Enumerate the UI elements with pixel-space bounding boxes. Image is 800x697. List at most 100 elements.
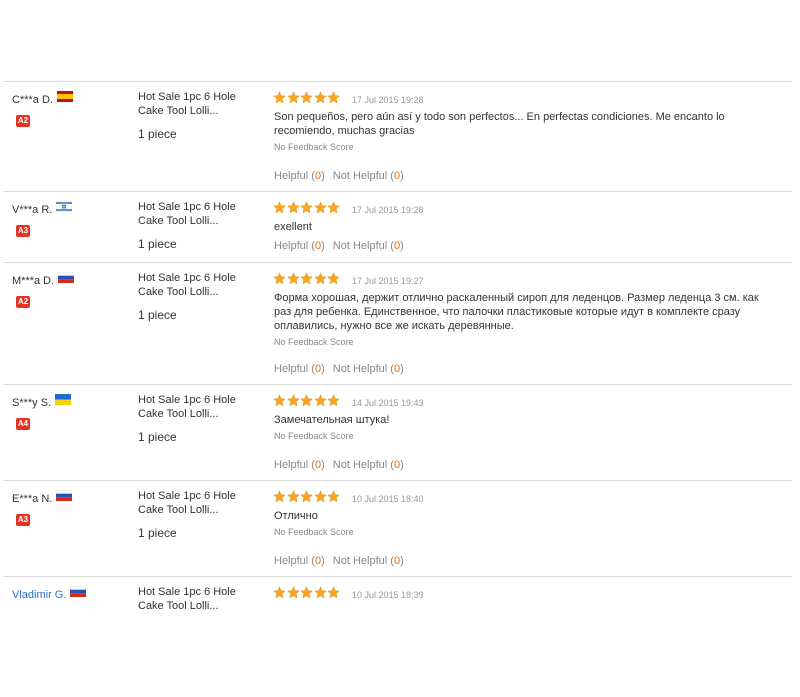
helpful-count: 0 xyxy=(314,363,322,375)
helpful-votes: Helpful (0) Not Helpful (0) xyxy=(274,170,404,182)
star-icon xyxy=(313,201,327,214)
helpful-votes: Helpful (0) Not Helpful (0) xyxy=(274,240,404,252)
product-link[interactable]: Hot Sale 1pc 6 Hole Cake Tool Lolli... xyxy=(138,393,263,421)
review-item: E***a C.A3Hot Sale 1pc 6 Hole Cake Tool … xyxy=(0,0,792,10)
review-divider xyxy=(4,576,792,577)
country-flag-icon xyxy=(56,90,73,102)
star-rating xyxy=(273,394,341,408)
not-helpful-count: 0 xyxy=(393,555,401,567)
buyer-info: S***y S. xyxy=(12,393,72,409)
review-date: 17 Jul 2015 19:28 xyxy=(352,95,424,105)
helpful-button[interactable]: Helpful (0) xyxy=(274,459,325,471)
product-link[interactable]: Hot Sale 1pc 6 Hole Cake Tool Lolli... xyxy=(138,90,263,118)
helpful-button[interactable]: Helpful (0) xyxy=(274,555,325,567)
country-flag-icon xyxy=(55,393,72,405)
buyer-name: E***a N. xyxy=(12,493,53,505)
review-date: 17 Jul 2015 19:28 xyxy=(352,205,424,215)
buyer-level-badge: A2 xyxy=(16,115,30,127)
review-divider xyxy=(4,262,792,263)
helpful-count: 0 xyxy=(314,240,322,252)
star-icon xyxy=(300,201,313,214)
not-helpful-count: 0 xyxy=(393,170,401,182)
quantity: 1 piece xyxy=(138,127,177,141)
review-date: 10 Jul 2015 18:39 xyxy=(352,590,424,600)
buyer-info: E***a N. xyxy=(12,489,73,505)
star-icon xyxy=(286,490,300,503)
star-icon xyxy=(327,394,340,407)
buyer-level-badge: A4 xyxy=(16,418,30,430)
review-divider xyxy=(4,81,792,82)
helpful-button[interactable]: Helpful (0) xyxy=(274,363,325,375)
buyer-level-badge: A3 xyxy=(16,514,30,526)
helpful-label: Helpful xyxy=(274,459,309,471)
review-date: 14 Jul 2015 19:43 xyxy=(352,398,424,408)
star-rating xyxy=(273,272,341,286)
star-icon xyxy=(327,201,340,214)
star-rating xyxy=(273,201,341,215)
review-divider xyxy=(4,384,792,385)
not-helpful-button[interactable]: Not Helpful (0) xyxy=(333,555,404,567)
helpful-count: 0 xyxy=(314,170,322,182)
star-icon xyxy=(273,91,286,104)
not-helpful-button[interactable]: Not Helpful (0) xyxy=(333,459,404,471)
product-link[interactable]: Hot Sale 1pc 6 Hole Cake Tool Lolli... xyxy=(138,585,263,613)
helpful-votes: Helpful (0) Not Helpful (0) xyxy=(274,459,404,471)
star-icon xyxy=(313,91,327,104)
country-flag-icon xyxy=(70,585,87,597)
buyer-name: M***a D. xyxy=(12,275,55,287)
star-icon xyxy=(273,272,286,285)
helpful-label: Helpful xyxy=(274,170,309,182)
star-icon xyxy=(313,586,327,599)
not-helpful-count: 0 xyxy=(393,240,401,252)
product-link[interactable]: Hot Sale 1pc 6 Hole Cake Tool Lolli... xyxy=(138,271,263,299)
not-helpful-label: Not Helpful xyxy=(332,555,388,567)
product-link[interactable]: Hot Sale 1pc 6 Hole Cake Tool Lolli... xyxy=(138,489,263,517)
star-rating xyxy=(273,586,341,600)
star-icon xyxy=(300,490,313,503)
buyer-name: S***y S. xyxy=(12,397,52,409)
not-helpful-label: Not Helpful xyxy=(332,363,388,375)
review-text: Форма хорошая, держит отлично раскаленны… xyxy=(274,292,759,332)
not-helpful-count: 0 xyxy=(393,363,401,375)
star-icon xyxy=(273,586,286,599)
not-helpful-button[interactable]: Not Helpful (0) xyxy=(333,170,404,182)
country-flag-icon xyxy=(56,489,73,501)
quantity: 1 piece xyxy=(138,430,177,444)
star-icon xyxy=(286,272,300,285)
review-item: Vladimir G. Hot Sale 1pc 6 Hole Cake Tool… xyxy=(0,577,792,697)
buyer-name[interactable]: Vladimir G. xyxy=(12,589,66,601)
feedback-score: No Feedback Score xyxy=(274,527,354,537)
star-icon xyxy=(286,201,300,214)
review-text: Son pequeños, pero aún así y todo son pe… xyxy=(274,111,725,137)
star-icon xyxy=(313,490,327,503)
buyer-info: Vladimir G. xyxy=(12,585,87,601)
product-link[interactable]: Hot Sale 1pc 6 Hole Cake Tool Lolli... xyxy=(138,200,263,228)
feedback-score: No Feedback Score xyxy=(274,337,354,347)
star-icon xyxy=(273,394,286,407)
star-icon xyxy=(286,586,300,599)
review-divider xyxy=(4,191,792,192)
star-icon xyxy=(313,394,327,407)
star-icon xyxy=(327,490,340,503)
star-icon xyxy=(327,91,340,104)
star-icon xyxy=(313,272,327,285)
buyer-level-badge: A2 xyxy=(16,296,30,308)
review-date: 10 Jul 2015 18:40 xyxy=(352,494,424,504)
review-text: exellent xyxy=(274,221,312,233)
review-date: 17 Jul 2015 19:27 xyxy=(352,276,424,286)
helpful-count: 0 xyxy=(314,555,322,567)
review-divider xyxy=(4,480,792,481)
country-flag-icon xyxy=(58,271,75,283)
not-helpful-button[interactable]: Not Helpful (0) xyxy=(333,240,404,252)
helpful-label: Helpful xyxy=(274,555,309,567)
not-helpful-label: Not Helpful xyxy=(332,240,388,252)
feedback-score: No Feedback Score xyxy=(274,431,354,441)
not-helpful-label: Not Helpful xyxy=(332,170,388,182)
quantity: 1 piece xyxy=(138,237,177,251)
helpful-button[interactable]: Helpful (0) xyxy=(274,170,325,182)
not-helpful-button[interactable]: Not Helpful (0) xyxy=(333,363,404,375)
quantity: 1 piece xyxy=(138,526,177,540)
not-helpful-label: Not Helpful xyxy=(332,459,388,471)
review-text: Замечательная штука! xyxy=(274,414,390,426)
helpful-button[interactable]: Helpful (0) xyxy=(274,240,325,252)
